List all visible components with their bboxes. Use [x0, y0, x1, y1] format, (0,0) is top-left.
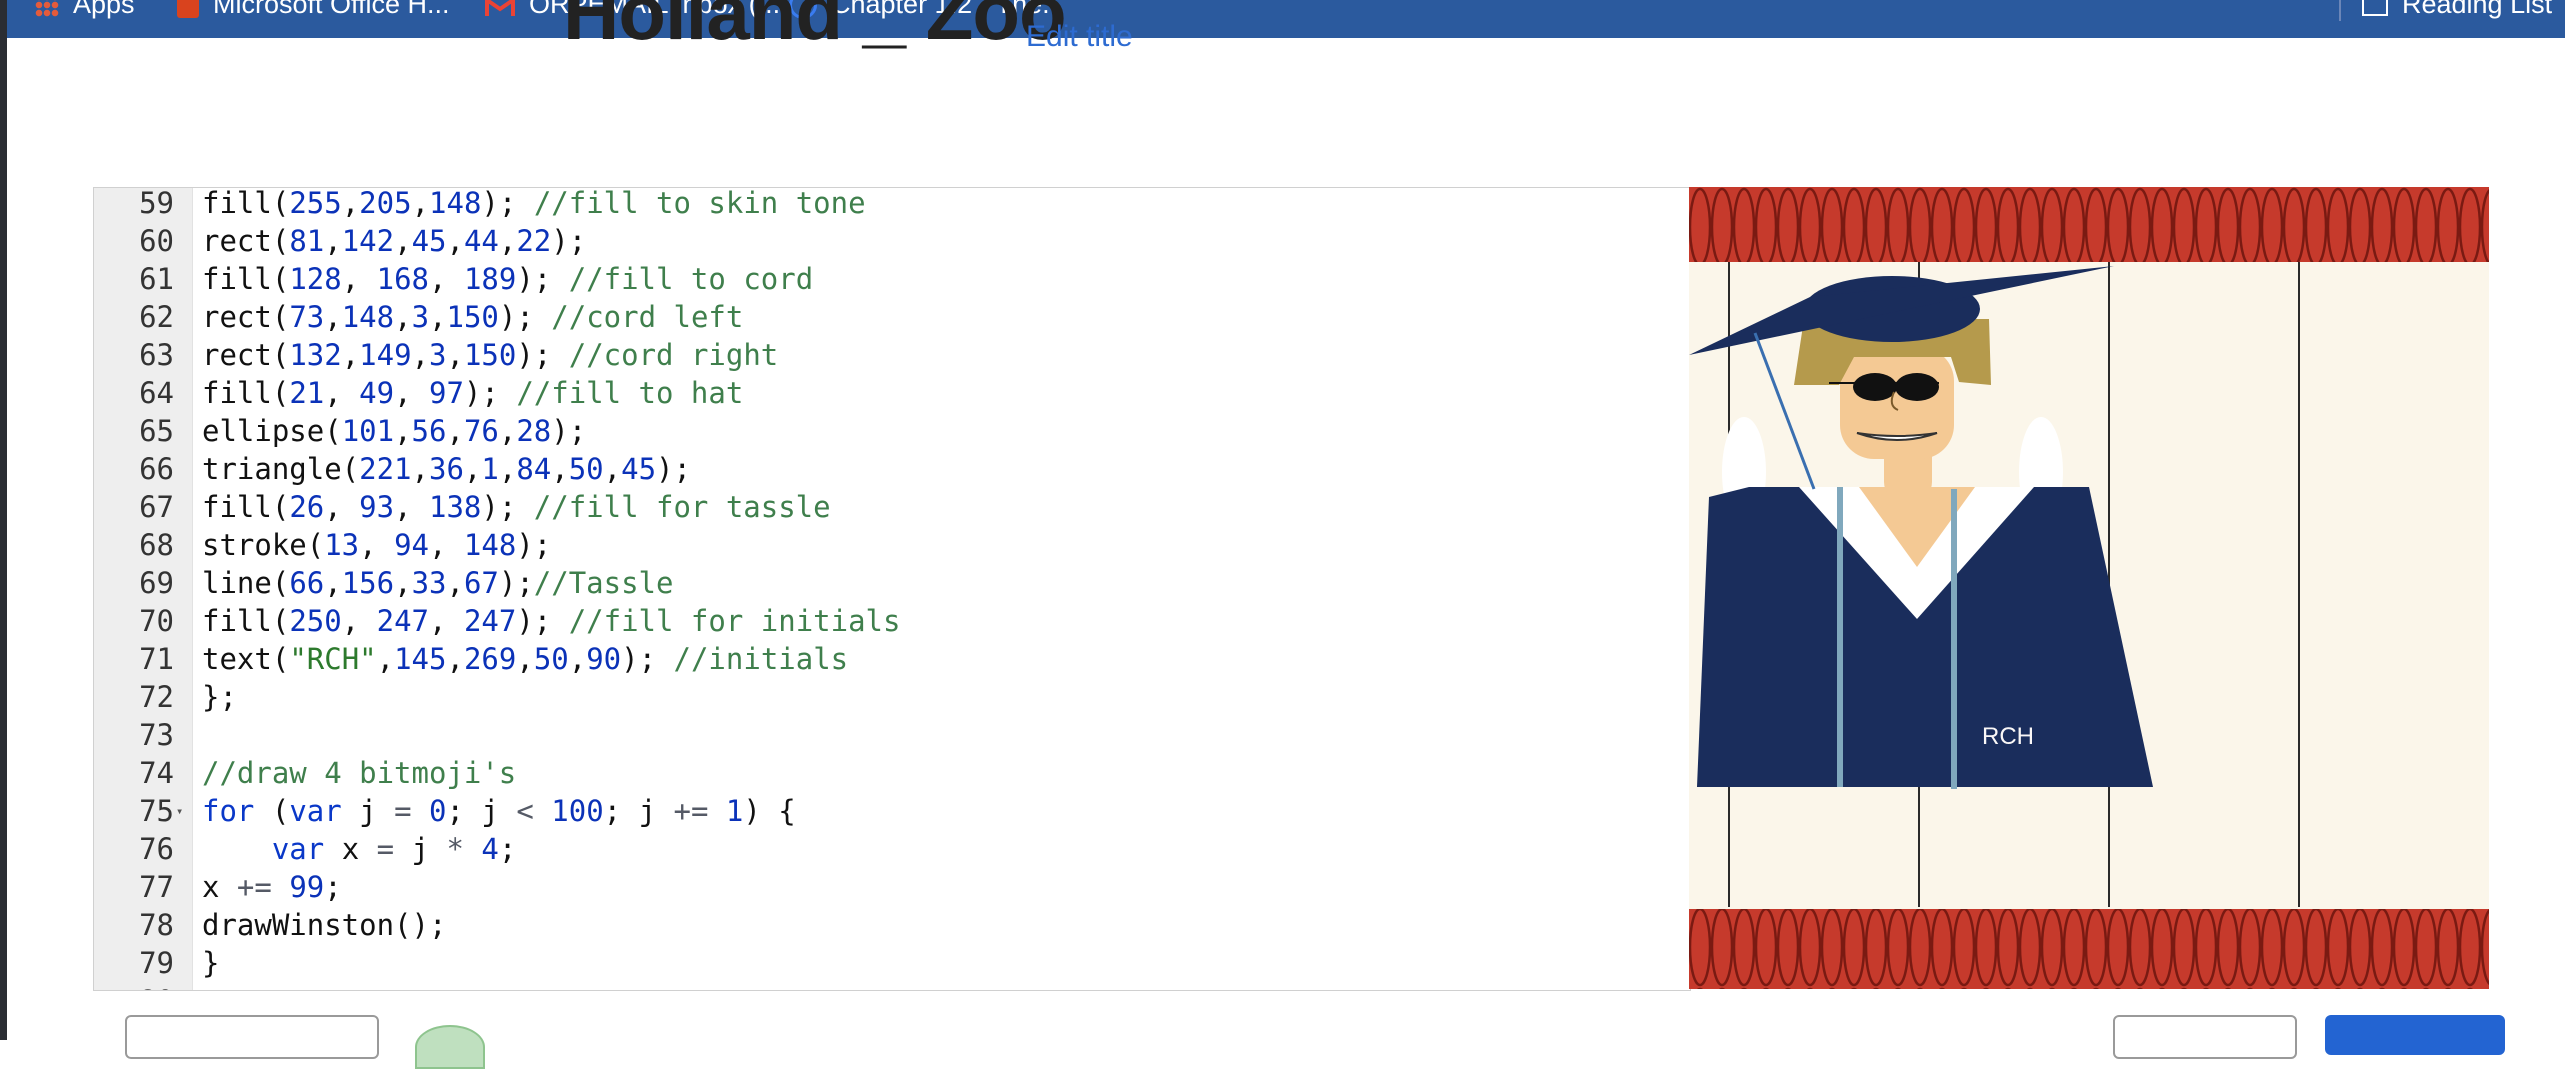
- line-number: 66: [139, 452, 174, 486]
- code-line[interactable]: 71 text("RCH",145,269,50,90); //initials: [94, 640, 1690, 678]
- code-text: for (var j = 0; j < 100; j += 1) {: [202, 794, 796, 828]
- fold-arrow-icon[interactable]: ▾: [176, 792, 183, 830]
- page-title: Holland _ Zoo: [563, 0, 1066, 56]
- window-edge: [0, 0, 7, 1040]
- code-line[interactable]: 59 fill(255,205,148); //fill to skin tone: [94, 187, 1690, 222]
- code-text: };: [202, 680, 237, 714]
- code-line[interactable]: 67 fill(26, 93, 138); //fill for tassle: [94, 488, 1690, 526]
- code-text: fill(255,205,148); //fill to skin tone: [202, 187, 866, 220]
- bottom-action-bar: [93, 989, 2505, 1069]
- line-number: 73: [139, 718, 174, 752]
- code-line[interactable]: 64 fill(21, 49, 97); //fill to hat: [94, 374, 1690, 412]
- code-editor[interactable]: 59 fill(255,205,148); //fill to skin tone…: [93, 187, 1691, 991]
- code-line[interactable]: 70 fill(250, 247, 247); //fill for initia…: [94, 602, 1690, 640]
- line-number: 78: [139, 908, 174, 942]
- reading-list-button[interactable]: Reading List: [2362, 0, 2553, 20]
- code-text: text("RCH",145,269,50,90); //initials: [202, 642, 849, 676]
- cord-right: [1951, 489, 1957, 789]
- code-line[interactable]: 61 fill(128, 168, 189); //fill to cord: [94, 260, 1690, 298]
- code-line[interactable]: 73: [94, 716, 1690, 754]
- avatar[interactable]: [415, 1025, 485, 1069]
- code-text: fill(21, 49, 97); //fill to hat: [202, 376, 744, 410]
- line-number: 79: [139, 946, 174, 980]
- code-text: stroke(13, 94, 148);: [202, 528, 552, 562]
- line-number: 76: [139, 832, 174, 866]
- line-number: 61: [139, 262, 174, 296]
- top-rope-border: [1689, 187, 2489, 262]
- code-line[interactable]: 62 rect(73,148,3,150); //cord left: [94, 298, 1690, 336]
- edit-title-link[interactable]: Edit title: [1026, 20, 1133, 54]
- code-line[interactable]: 63 rect(132,149,3,150); //cord right: [94, 336, 1690, 374]
- code-text: rect(132,149,3,150); //cord right: [202, 338, 779, 372]
- code-text: rect(73,148,3,150); //cord left: [202, 300, 744, 334]
- line-number: 67: [139, 490, 174, 524]
- code-line[interactable]: 69 line(66,156,33,67);//Tassle: [94, 564, 1690, 602]
- line-number: 70: [139, 604, 174, 638]
- line-number: 74: [139, 756, 174, 790]
- face: [1840, 347, 1954, 459]
- code-line[interactable]: 72};: [94, 678, 1690, 716]
- line-number: 64: [139, 376, 174, 410]
- secondary-action-button[interactable]: [2113, 1015, 2297, 1059]
- code-line[interactable]: 66 triangle(221,36,1,84,50,45);: [94, 450, 1690, 488]
- primary-action-button[interactable]: [2325, 1015, 2505, 1055]
- code-line[interactable]: 76 var x = j * 4;: [94, 830, 1690, 868]
- code-text: fill(128, 168, 189); //fill to cord: [202, 262, 814, 296]
- code-text: x += 99;: [202, 870, 342, 904]
- initials-text: RCH: [1982, 723, 2034, 750]
- line-number: 77: [139, 870, 174, 904]
- gmail-icon: [485, 0, 515, 16]
- code-text: drawWinston();: [202, 908, 447, 942]
- bookmark-office[interactable]: Microsoft Office H...: [177, 0, 450, 20]
- code-text: ellipse(101,56,76,28);: [202, 414, 587, 448]
- bookmarks-separator: [2339, 0, 2341, 21]
- line-number: 72: [139, 680, 174, 714]
- code-text: //draw 4 bitmoji's: [202, 756, 517, 790]
- apps-grid-icon: [35, 0, 59, 17]
- line-number: 68: [139, 528, 174, 562]
- bookmarks-bar: Apps Microsoft Office H... ORPEMAIL Inbo…: [7, 0, 2565, 38]
- code-line[interactable]: 68 stroke(13, 94, 148);: [94, 526, 1690, 564]
- bookmark-label: Reading List: [2402, 0, 2553, 20]
- line-number: 59: [139, 187, 174, 220]
- reading-list-icon: [2362, 0, 2388, 16]
- left-action-button[interactable]: [125, 1015, 379, 1059]
- bitmoji-drawing: RCH: [1689, 187, 2489, 989]
- left-lens: [1853, 373, 1897, 401]
- code-line[interactable]: 65 ellipse(101,56,76,28);: [94, 412, 1690, 450]
- bottom-rope-border: [1689, 909, 2489, 989]
- line-number: 65: [139, 414, 174, 448]
- code-line[interactable]: 74 //draw 4 bitmoji's: [94, 754, 1690, 792]
- code-line[interactable]: 79}: [94, 944, 1690, 982]
- code-line[interactable]: 78 drawWinston();: [94, 906, 1690, 944]
- code-text: fill(26, 93, 138); //fill for tassle: [202, 490, 831, 524]
- line-number: 69: [139, 566, 174, 600]
- bookmark-label: Apps: [73, 0, 135, 20]
- code-text: line(66,156,33,67);//Tassle: [202, 566, 674, 600]
- code-line[interactable]: 75 ▾ for (var j = 0; j < 100; j += 1) {: [94, 792, 1690, 830]
- line-number: 63: [139, 338, 174, 372]
- cord-left: [1837, 487, 1843, 787]
- program-output-canvas: RCH: [1689, 187, 2489, 989]
- code-text: triangle(221,36,1,84,50,45);: [202, 452, 691, 486]
- line-number: 71: [139, 642, 174, 676]
- code-line[interactable]: 77 x += 99;: [94, 868, 1690, 906]
- bookmark-apps[interactable]: Apps: [35, 0, 135, 20]
- code-text: }: [202, 946, 220, 980]
- code-line[interactable]: 60 rect(81,142,45,44,22);: [94, 222, 1690, 260]
- code-text: fill(250, 247, 247); //fill for initials: [202, 604, 901, 638]
- code-text: rect(81,142,45,44,22);: [202, 224, 587, 258]
- line-number: 60: [139, 224, 174, 258]
- line-number: 75: [139, 794, 174, 828]
- line-number: 62: [139, 300, 174, 334]
- code-text: var x = j * 4;: [271, 832, 517, 866]
- office-icon: [177, 0, 199, 18]
- bookmark-label: Microsoft Office H...: [213, 0, 450, 20]
- right-lens: [1895, 373, 1939, 401]
